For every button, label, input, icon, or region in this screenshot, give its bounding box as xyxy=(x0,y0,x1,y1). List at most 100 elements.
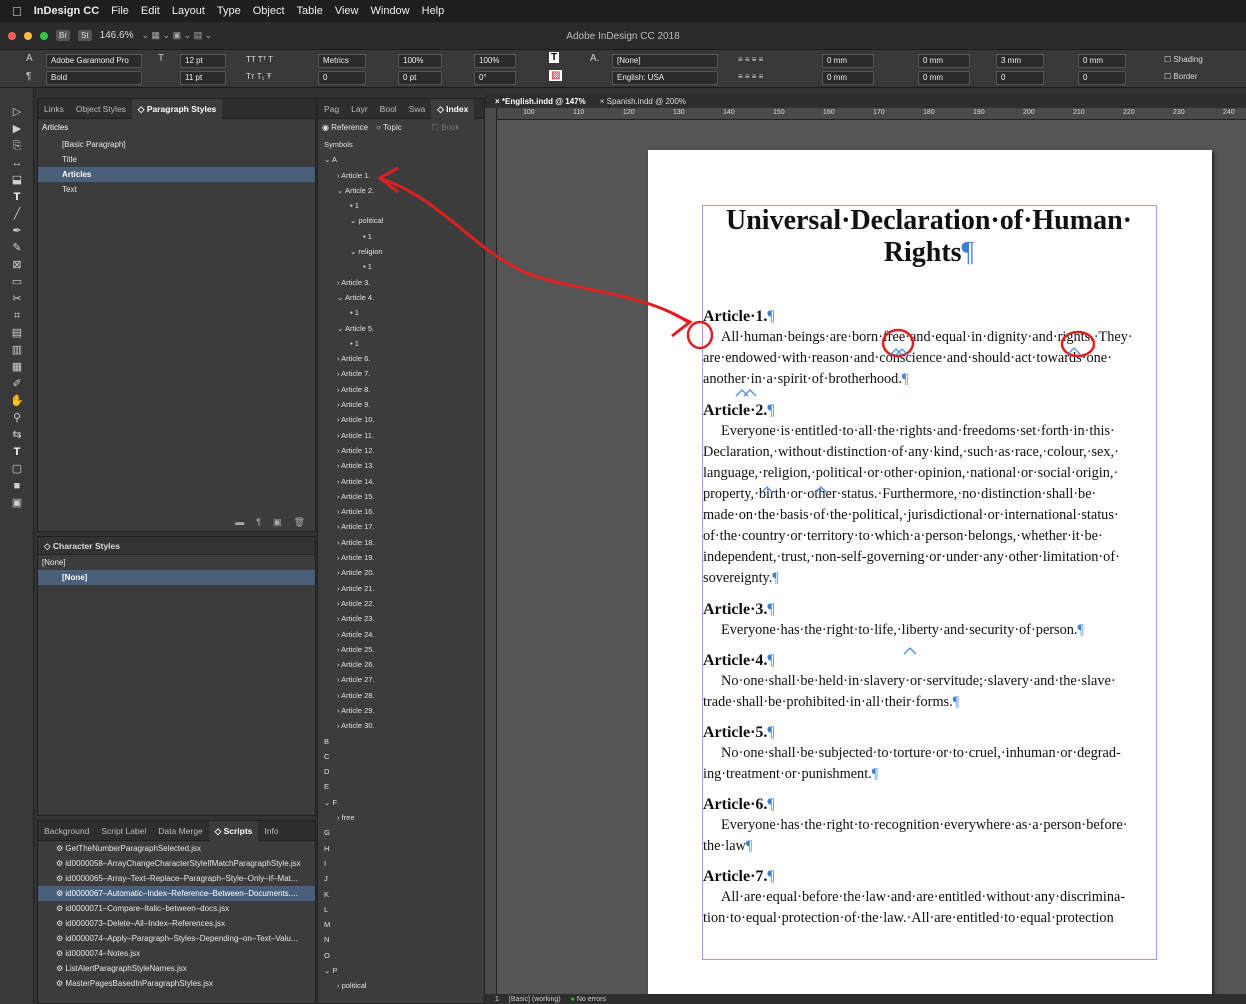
gradient-tool-icon[interactable]: ▤ xyxy=(0,325,34,342)
index-entry[interactable]: › Article 10. xyxy=(318,412,484,427)
menu-help[interactable]: Help xyxy=(422,5,445,17)
index-entry[interactable]: Symbols xyxy=(318,137,484,152)
index-entry[interactable]: C xyxy=(318,749,484,764)
index-entry[interactable]: › Article 11. xyxy=(318,428,484,443)
default-colors-icon[interactable]: ⇆ xyxy=(0,427,34,444)
index-entry[interactable]: ▪ 1 xyxy=(318,336,484,351)
menu-layout[interactable]: Layout xyxy=(172,5,205,17)
kerning-field[interactable]: Metrics xyxy=(318,54,366,68)
menu-type[interactable]: Type xyxy=(217,5,241,17)
tab-paragraph-styles[interactable]: ◇ Paragraph Styles xyxy=(131,98,223,119)
leading-field[interactable]: 11 pt xyxy=(180,71,226,85)
view-options-icon[interactable]: ⌄ ▦ ⌄ ▣ ⌄ ▤ ⌄ xyxy=(141,30,212,41)
script-item[interactable]: ⚙ id0000074–Notes.jsx xyxy=(38,946,315,961)
article-heading[interactable]: Article·7.¶ xyxy=(703,867,1155,887)
style-item[interactable]: Text xyxy=(38,182,315,197)
tab-script-label[interactable]: Script Label xyxy=(95,826,152,836)
index-entry[interactable]: ⌄ political xyxy=(318,213,484,228)
index-entry[interactable]: › Article 12. xyxy=(318,443,484,458)
delete-icon[interactable]: 🗑 xyxy=(294,517,305,528)
index-entry[interactable]: › Article 18. xyxy=(318,535,484,550)
note-tool-icon[interactable]: ▦ xyxy=(0,359,34,376)
menu-object[interactable]: Object xyxy=(253,5,285,17)
menu-file[interactable]: File xyxy=(111,5,129,17)
border-checkbox[interactable]: ☐ Border xyxy=(1164,72,1197,81)
script-item[interactable]: ⚙ GetTheNumberParagraphSelected.jsx xyxy=(38,841,315,856)
close-window-button[interactable] xyxy=(8,31,16,40)
index-entry[interactable]: E xyxy=(318,779,484,794)
article-text[interactable]: No·one·shall·be·subjected·to·torture·or·… xyxy=(703,743,1155,785)
style-item-selected[interactable]: [None] xyxy=(38,570,315,585)
index-entry[interactable]: › Article 1. xyxy=(318,168,484,183)
style-item[interactable]: Title xyxy=(38,152,315,167)
space-before-field[interactable]: 3 mm xyxy=(996,54,1044,68)
menu-table[interactable]: Table xyxy=(297,5,323,17)
fill-stroke-icon[interactable]: ■ xyxy=(0,478,34,495)
line-tool-icon[interactable]: ╱ xyxy=(0,206,34,223)
index-entry[interactable]: › free xyxy=(318,810,484,825)
gap-tool-icon[interactable]: ↔ xyxy=(0,155,34,172)
tab-links[interactable]: Links xyxy=(38,104,70,114)
index-entry[interactable]: › Article 17. xyxy=(318,519,484,534)
document-text[interactable]: Universal·Declaration·of·Human· Rights¶ … xyxy=(703,205,1155,929)
article-text[interactable]: Everyone·has·the·right·to·recognition·ev… xyxy=(703,815,1155,857)
index-entry[interactable]: J xyxy=(318,871,484,886)
left-indent-field[interactable]: 0 mm xyxy=(822,54,874,68)
eyedropper-tool-icon[interactable]: ✐ xyxy=(0,376,34,393)
index-entry[interactable]: › Article 28. xyxy=(318,688,484,703)
style-item-selected[interactable]: Articles xyxy=(38,167,315,182)
tracking-field[interactable]: 0 xyxy=(318,71,366,85)
index-entry[interactable]: › Article 22. xyxy=(318,596,484,611)
rectangle-tool-icon[interactable]: ▭ xyxy=(0,274,34,291)
horizontal-scale-field[interactable]: 100% xyxy=(474,54,516,68)
article-heading[interactable]: Article·2.¶ xyxy=(703,401,1155,421)
tab-english-doc[interactable]: × *English.indd @ 147% xyxy=(495,97,586,106)
script-item[interactable]: ⚙ id0000073–Delete–All–Index–References.… xyxy=(38,916,315,931)
tab-layers[interactable]: Layr xyxy=(345,104,374,114)
shading-checkbox[interactable]: ☐ Shading xyxy=(1164,55,1203,64)
article-heading[interactable]: Article·5.¶ xyxy=(703,723,1155,743)
gradient-feather-tool-icon[interactable]: ▥ xyxy=(0,342,34,359)
tab-scripts[interactable]: ◇ Scripts xyxy=(208,820,259,841)
index-entry[interactable]: ▪ 1 xyxy=(318,305,484,320)
baseline-shift-field[interactable]: 0 pt xyxy=(398,71,442,85)
document-title[interactable]: Universal·Declaration·of·Human· Rights¶ xyxy=(703,205,1155,269)
article-text[interactable]: All·human·beings·are·born·free·and·equal… xyxy=(703,327,1155,390)
index-entry[interactable]: ⌄ Article 4. xyxy=(318,290,484,305)
drop-cap-lines-field[interactable]: 0 xyxy=(996,71,1044,85)
index-entry[interactable]: ⌄ F xyxy=(318,795,484,810)
zoom-level[interactable]: 146.6% xyxy=(100,30,134,41)
index-entry[interactable]: ⌄ Article 5. xyxy=(318,321,484,336)
index-entry[interactable]: › Article 30. xyxy=(318,718,484,733)
menu-edit[interactable]: Edit xyxy=(141,5,160,17)
index-entry[interactable]: › Article 27. xyxy=(318,672,484,687)
index-entry[interactable]: ⌄ A xyxy=(318,152,484,167)
tab-index[interactable]: ◇ Index xyxy=(431,98,475,119)
page-number-field[interactable]: 1 xyxy=(495,996,499,1003)
text-fill-icon[interactable]: T xyxy=(549,52,560,63)
index-entry[interactable]: › Article 7. xyxy=(318,366,484,381)
justify-icons[interactable]: ≡ ≡ ≡ ≡ xyxy=(738,72,763,81)
index-entry[interactable]: B xyxy=(318,734,484,749)
vertical-scale-field[interactable]: 100% xyxy=(398,54,442,68)
rectangle-frame-tool-icon[interactable]: ⊠ xyxy=(0,257,34,274)
index-entry[interactable]: L xyxy=(318,902,484,917)
index-entry[interactable]: N xyxy=(318,932,484,947)
bridge-button[interactable]: Br xyxy=(56,30,70,41)
all-caps-icon[interactable]: TT Tᵀ T xyxy=(246,55,273,64)
text-stroke-icon[interactable]: ▨ xyxy=(549,70,563,81)
script-item[interactable]: ⚙ id0000074–Apply–Paragraph–Styles–Depen… xyxy=(38,931,315,946)
tab-bookmarks[interactable]: Bool xyxy=(374,104,403,114)
paragraph-mode-icon[interactable]: ¶ xyxy=(26,71,31,82)
script-item[interactable]: ⚙ id0000058–ArrayChangeCharacterStyleIfM… xyxy=(38,856,315,871)
index-entry[interactable]: › Article 25. xyxy=(318,642,484,657)
character-mode-icon[interactable]: A xyxy=(26,53,33,64)
space-after-field[interactable]: 0 mm xyxy=(1078,54,1126,68)
index-entry[interactable]: ▪ 1 xyxy=(318,229,484,244)
font-style-field[interactable]: Bold xyxy=(46,71,142,85)
hand-tool-icon[interactable]: ✋ xyxy=(0,393,34,410)
app-menu[interactable]: InDesign CC xyxy=(34,5,99,17)
last-line-indent-field[interactable]: 0 mm xyxy=(918,71,970,85)
tab-swatches[interactable]: Swa xyxy=(403,104,432,114)
character-styles-title[interactable]: ◇ Character Styles xyxy=(38,537,315,555)
